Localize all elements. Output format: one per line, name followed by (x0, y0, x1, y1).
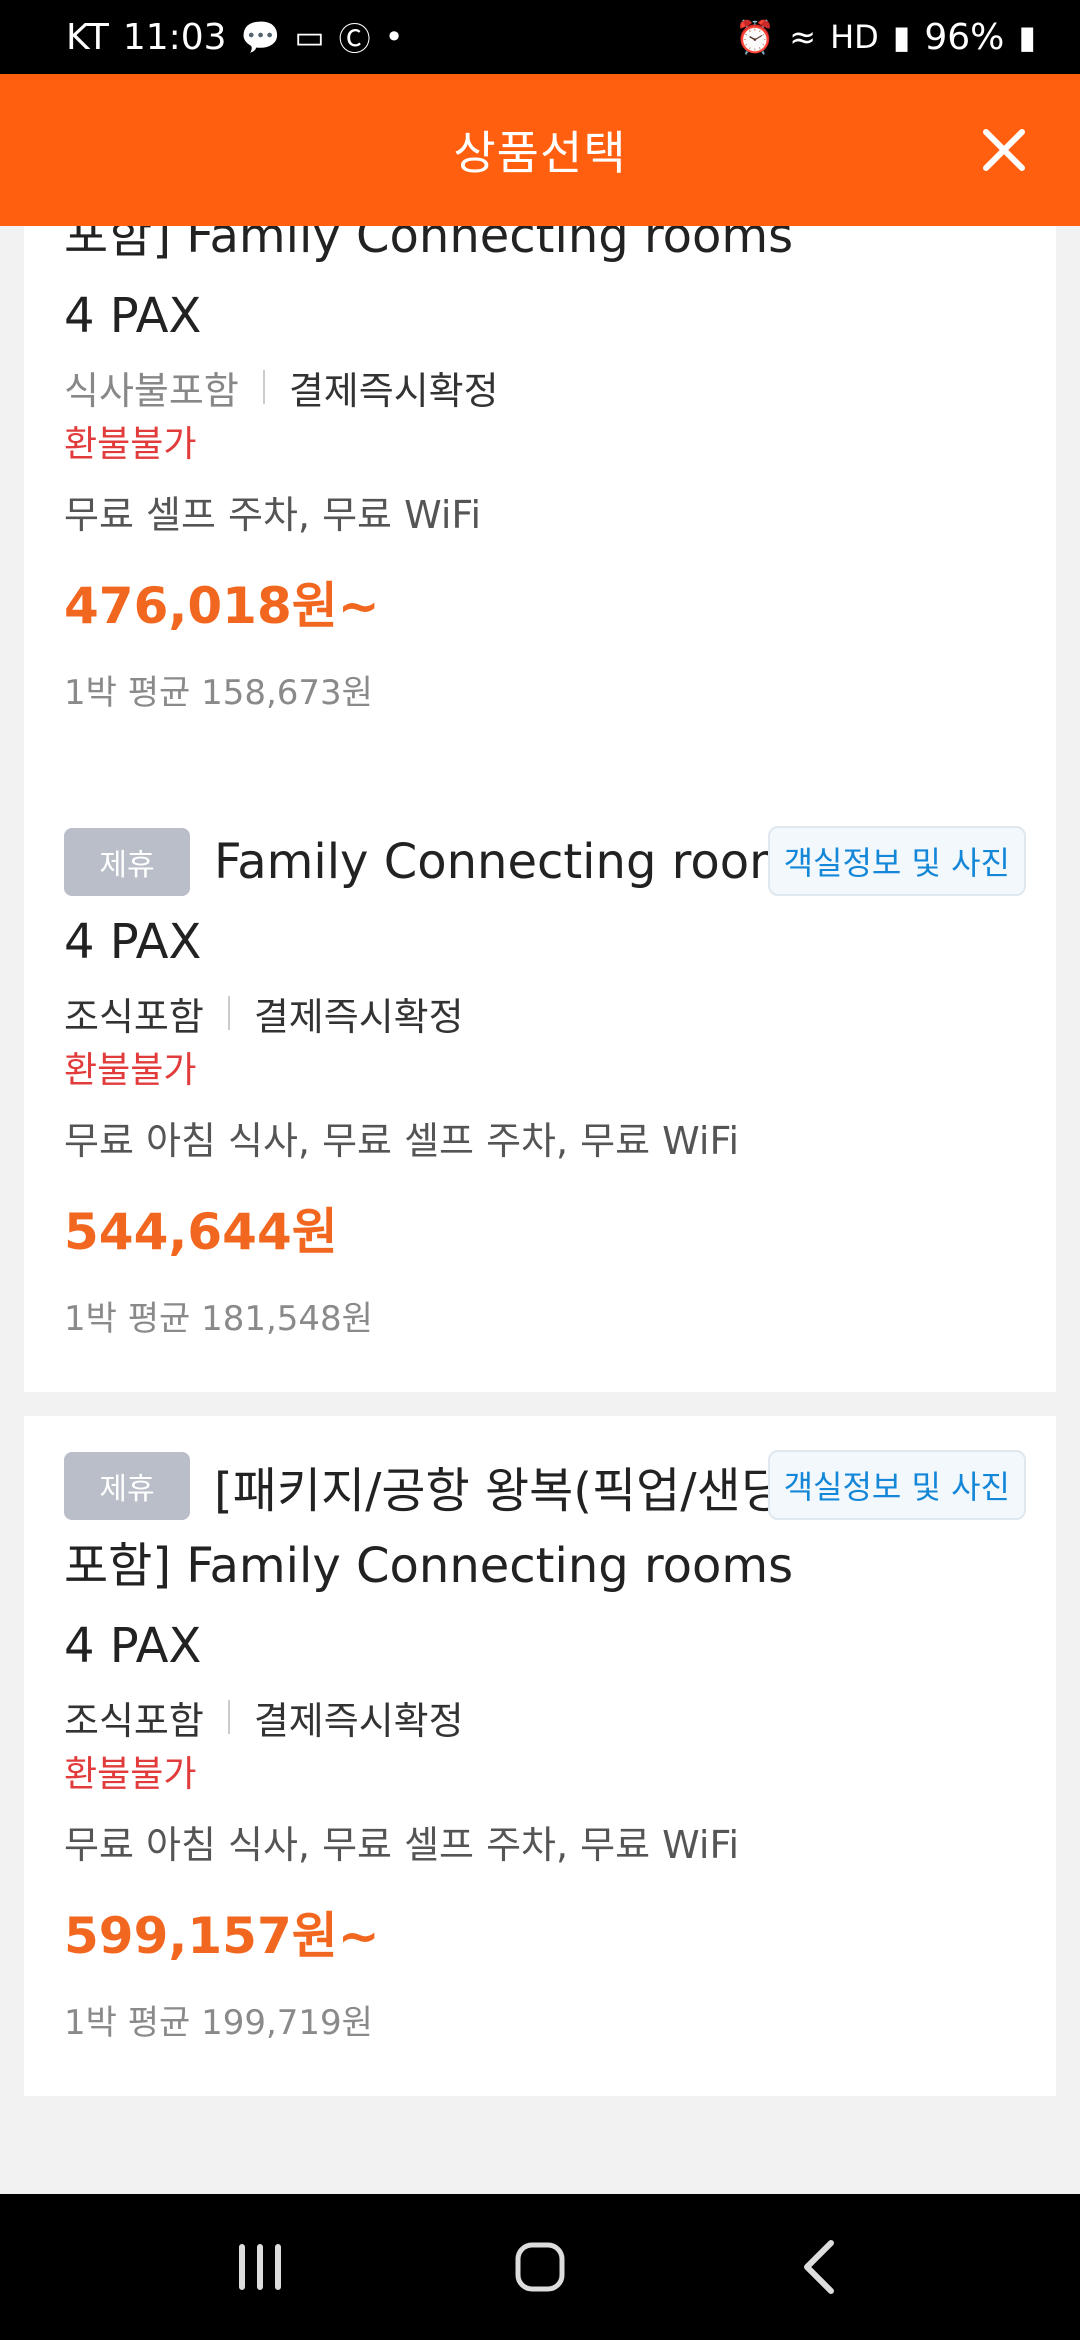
room-title: [패키지/공항 왕복(픽업/샌딩) (214, 1463, 804, 1519)
product-card-1[interactable]: 포함] Family Connecting rooms 4 PAX 식사불포함 … (24, 226, 1056, 792)
price: 599,157원~ (64, 1907, 380, 1965)
room-title-line-2: 포함] Family Connecting rooms (64, 1538, 794, 1594)
back-button[interactable] (775, 2222, 865, 2312)
amenities: 무료 아침 식사, 무료 셀프 주차, 무료 WiFi (64, 1119, 740, 1163)
home-icon (515, 2242, 565, 2292)
meta-row: 조식포함 결제즉시확정 (64, 982, 1016, 1044)
page-title: 상품선택 (453, 126, 627, 180)
room-title-line-2: 4 PAX (64, 914, 202, 970)
dot-icon: • (384, 18, 404, 56)
recent-apps-icon (239, 2244, 281, 2290)
price: 544,644원 (64, 1203, 338, 1261)
hd-icon: HD (830, 18, 879, 56)
close-icon (983, 129, 1025, 171)
header: 상품선택 (0, 74, 1080, 226)
payment-info: 결제즉시확정 (288, 368, 499, 413)
room-title-line-1: 포함] Family Connecting rooms (64, 226, 794, 264)
clock: 11:03 (122, 16, 227, 58)
message-icon: 💬 (240, 18, 281, 56)
wallet-icon: ▭ (294, 18, 325, 56)
product-card-2[interactable]: 제휴 Family Connecting rooms 객실정보 및 사진 4 P… (24, 792, 1056, 1392)
product-list[interactable]: 포함] Family Connecting rooms 4 PAX 식사불포함 … (0, 226, 1080, 2194)
price: 476,018원~ (64, 577, 380, 635)
room-info-photos-button[interactable]: 객실정보 및 사진 (767, 1450, 1026, 1520)
meta-divider (227, 996, 230, 1030)
payment-info: 결제즉시확정 (253, 994, 464, 1039)
battery-label: 96% (924, 16, 1005, 58)
signal-icon: ▮ (892, 18, 911, 56)
room-title-line-2: 4 PAX (64, 288, 202, 344)
partner-badge: 제휴 (64, 1452, 190, 1520)
nightly-average: 1박 평균 199,719원 (64, 2003, 373, 2043)
refund-policy: 환불불가 (64, 1754, 197, 1795)
room-title-line-3: 4 PAX (64, 1618, 202, 1674)
meal-info: 조식포함 (64, 994, 204, 1039)
meta-row: 조식포함 결제즉시확정 (64, 1686, 1016, 1748)
home-button[interactable] (495, 2222, 585, 2312)
amenities: 무료 아침 식사, 무료 셀프 주차, 무료 WiFi (64, 1823, 740, 1867)
product-card-3[interactable]: 제휴 [패키지/공항 왕복(픽업/샌딩) 객실정보 및 사진 포함] Famil… (24, 1416, 1056, 2096)
room-title: Family Connecting rooms (214, 834, 821, 890)
partner-badge: 제휴 (64, 828, 190, 896)
refund-policy: 환불불가 (64, 424, 197, 465)
meta-divider (262, 370, 265, 404)
refund-policy: 환불불가 (64, 1050, 197, 1091)
title-row: 제휴 Family Connecting rooms 객실정보 및 사진 (64, 822, 1026, 902)
back-icon (804, 2240, 834, 2294)
recent-apps-button[interactable] (215, 2222, 305, 2312)
room-info-photos-button[interactable]: 객실정보 및 사진 (767, 826, 1026, 896)
battery-icon: ▮ (1018, 18, 1036, 56)
meal-info: 조식포함 (64, 1698, 204, 1743)
meta-divider (227, 1700, 230, 1734)
nightly-average: 1박 평균 158,673원 (64, 673, 373, 713)
close-button[interactable] (968, 114, 1040, 186)
meal-info: 식사불포함 (64, 368, 239, 413)
status-left: KT 11:03 💬 ▭ Ⓒ • (66, 14, 404, 60)
status-right: ⏰ ≈ HD ▮ 96% ▮ (735, 17, 1036, 58)
carrier-label: KT (66, 16, 109, 58)
nightly-average: 1박 평균 181,548원 (64, 1299, 373, 1339)
alarm-icon: ⏰ (735, 18, 776, 56)
title-row: 제휴 [패키지/공항 왕복(픽업/샌딩) 객실정보 및 사진 (64, 1446, 1026, 1526)
amenities: 무료 셀프 주차, 무료 WiFi (64, 493, 482, 537)
meta-row: 식사불포함 결제즉시확정 (64, 356, 1016, 418)
status-bar: KT 11:03 💬 ▭ Ⓒ • ⏰ ≈ HD ▮ 96% ▮ (0, 0, 1080, 74)
wifi-icon: ≈ (789, 18, 817, 56)
c-app-icon: Ⓒ (338, 20, 371, 58)
payment-info: 결제즉시확정 (253, 1698, 464, 1743)
navigation-bar (0, 2194, 1080, 2340)
